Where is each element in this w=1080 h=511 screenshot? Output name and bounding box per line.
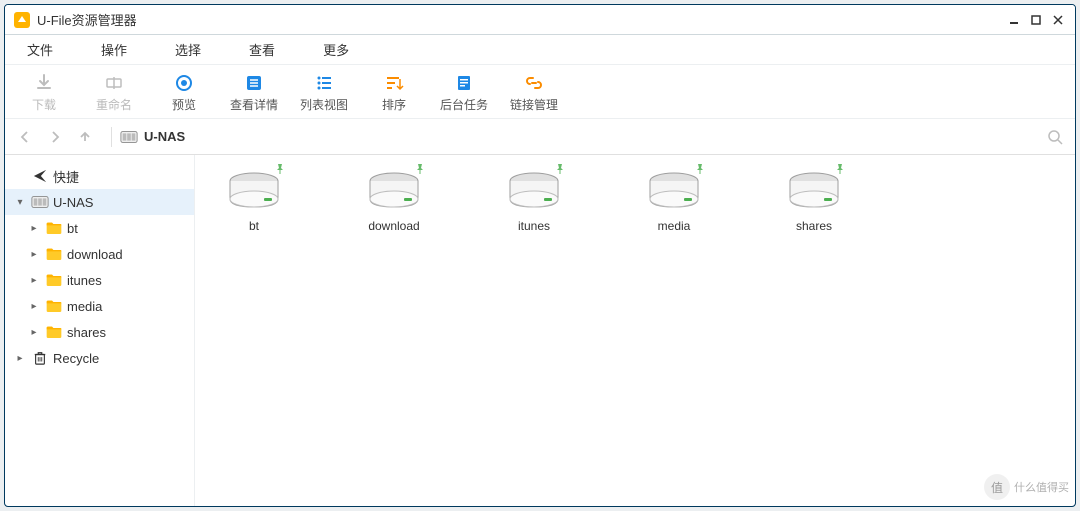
chevron-right-icon: ▸ bbox=[27, 223, 41, 234]
toolbar-rename[interactable]: 重命名 bbox=[79, 69, 149, 116]
chevron-right-icon: ▸ bbox=[27, 275, 41, 286]
linkmgr-icon bbox=[523, 72, 545, 94]
toolbar-download-label: 下载 bbox=[32, 96, 56, 113]
search-button[interactable] bbox=[1043, 125, 1067, 149]
grid-item-label: shares bbox=[796, 219, 832, 233]
toolbar-rename-label: 重命名 bbox=[96, 96, 132, 113]
grid-item-media[interactable]: media bbox=[629, 169, 719, 233]
nav-up[interactable] bbox=[73, 125, 97, 149]
bgtask-icon bbox=[453, 72, 475, 94]
folder-icon bbox=[45, 298, 63, 314]
sidebar-item-bt[interactable]: ▸ bt bbox=[5, 215, 194, 241]
drive-icon bbox=[226, 169, 282, 211]
sidebar-recycle-label: Recycle bbox=[53, 351, 99, 366]
grid-item-label: itunes bbox=[518, 219, 550, 233]
watermark-text: 什么值得买 bbox=[1014, 479, 1069, 495]
folder-icon bbox=[45, 220, 63, 236]
grid-item-itunes[interactable]: itunes bbox=[489, 169, 579, 233]
drive-icon bbox=[366, 169, 422, 211]
menu-more[interactable]: 更多 bbox=[309, 36, 363, 63]
chevron-right-icon: ▸ bbox=[27, 301, 41, 312]
watermark-icon: 值 bbox=[984, 474, 1010, 500]
nas-icon bbox=[31, 194, 49, 210]
chevron-right-icon: ▸ bbox=[27, 327, 41, 338]
details-icon bbox=[243, 72, 265, 94]
drive-icon bbox=[786, 169, 842, 211]
menu-action[interactable]: 操作 bbox=[87, 36, 141, 63]
menu-view[interactable]: 查看 bbox=[235, 36, 289, 63]
folder-icon bbox=[45, 272, 63, 288]
nav-forward[interactable] bbox=[43, 125, 67, 149]
sidebar: 快捷 ▾ U-NAS ▸ bt ▸ download ▸ itunes bbox=[5, 155, 195, 506]
toolbar-sort[interactable]: 排序 bbox=[359, 69, 429, 116]
toolbar-details-label: 查看详情 bbox=[230, 96, 278, 113]
sidebar-recycle[interactable]: ▸ Recycle bbox=[5, 345, 194, 371]
app-window: U-File资源管理器 文件 操作 选择 查看 更多 下载 重 bbox=[4, 4, 1076, 507]
nas-icon bbox=[120, 130, 138, 144]
preview-icon bbox=[173, 72, 195, 94]
grid-item-bt[interactable]: bt bbox=[209, 169, 299, 233]
folder-icon bbox=[45, 246, 63, 262]
toolbar-linkmgr-label: 链接管理 bbox=[510, 96, 558, 113]
chevron-right-icon: ▸ bbox=[13, 353, 27, 364]
chevron-right-icon: ▸ bbox=[27, 249, 41, 260]
close-button[interactable] bbox=[1049, 11, 1067, 29]
toolbar-sort-label: 排序 bbox=[382, 96, 406, 113]
toolbar-bgtask[interactable]: 后台任务 bbox=[429, 69, 499, 116]
sidebar-item-shares[interactable]: ▸ shares bbox=[5, 319, 194, 345]
toolbar-preview[interactable]: 预览 bbox=[149, 69, 219, 116]
chevron-down-icon: ▾ bbox=[13, 197, 27, 208]
app-title: U-File资源管理器 bbox=[37, 10, 137, 29]
sidebar-root[interactable]: ▾ U-NAS bbox=[5, 189, 194, 215]
content-area: bt download itunes media bbox=[195, 155, 1075, 506]
watermark: 值 什么值得买 bbox=[984, 474, 1069, 500]
toolbar: 下载 重命名 预览 查看详情 列表视图 bbox=[5, 65, 1075, 119]
toolbar-listview-label: 列表视图 bbox=[300, 96, 348, 113]
nav-back[interactable] bbox=[13, 125, 37, 149]
breadcrumb-root: U-NAS bbox=[144, 129, 185, 144]
sidebar-item-label: download bbox=[67, 247, 123, 262]
sidebar-item-label: media bbox=[67, 299, 102, 314]
sidebar-item-download[interactable]: ▸ download bbox=[5, 241, 194, 267]
menu-select[interactable]: 选择 bbox=[161, 36, 215, 63]
toolbar-bgtask-label: 后台任务 bbox=[440, 96, 488, 113]
menu-file[interactable]: 文件 bbox=[13, 36, 67, 63]
toolbar-details[interactable]: 查看详情 bbox=[219, 69, 289, 116]
sort-icon bbox=[383, 72, 405, 94]
grid-item-download[interactable]: download bbox=[349, 169, 439, 233]
toolbar-download[interactable]: 下载 bbox=[9, 69, 79, 116]
toolbar-preview-label: 预览 bbox=[172, 96, 196, 113]
drive-icon bbox=[506, 169, 562, 211]
grid-item-label: download bbox=[368, 219, 419, 233]
grid-item-label: bt bbox=[249, 219, 259, 233]
sidebar-quick-label: 快捷 bbox=[53, 167, 79, 186]
breadcrumb[interactable]: U-NAS bbox=[120, 129, 1043, 144]
quick-icon bbox=[31, 168, 49, 184]
sidebar-root-label: U-NAS bbox=[53, 195, 93, 210]
grid-item-label: media bbox=[658, 219, 691, 233]
menubar: 文件 操作 选择 查看 更多 bbox=[5, 35, 1075, 65]
listview-icon bbox=[313, 72, 335, 94]
app-icon bbox=[13, 11, 31, 29]
maximize-button[interactable] bbox=[1027, 11, 1045, 29]
sidebar-item-label: bt bbox=[67, 221, 78, 236]
sidebar-item-label: itunes bbox=[67, 273, 102, 288]
toolbar-linkmgr[interactable]: 链接管理 bbox=[499, 69, 569, 116]
download-icon bbox=[33, 72, 55, 94]
folder-icon bbox=[45, 324, 63, 340]
drive-icon bbox=[646, 169, 702, 211]
toolbar-listview[interactable]: 列表视图 bbox=[289, 69, 359, 116]
sidebar-item-itunes[interactable]: ▸ itunes bbox=[5, 267, 194, 293]
minimize-button[interactable] bbox=[1005, 11, 1023, 29]
recycle-icon bbox=[31, 350, 49, 366]
sidebar-item-media[interactable]: ▸ media bbox=[5, 293, 194, 319]
grid-item-shares[interactable]: shares bbox=[769, 169, 859, 233]
titlebar: U-File资源管理器 bbox=[5, 5, 1075, 35]
navbar: U-NAS bbox=[5, 119, 1075, 155]
sidebar-item-label: shares bbox=[67, 325, 106, 340]
sidebar-quick[interactable]: 快捷 bbox=[5, 163, 194, 189]
rename-icon bbox=[103, 72, 125, 94]
